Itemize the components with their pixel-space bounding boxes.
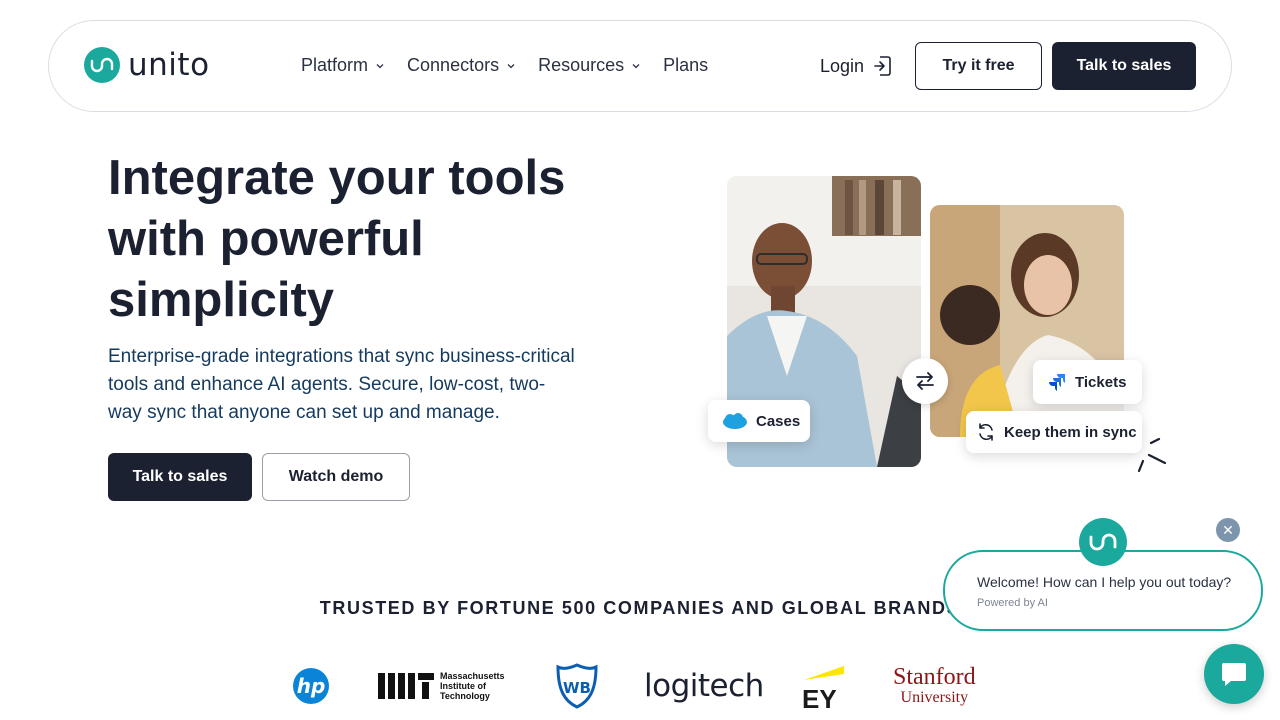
nav-platform[interactable]: Platform: [301, 55, 385, 76]
cases-label: Cases: [756, 412, 801, 430]
nav-connectors-label: Connectors: [407, 55, 500, 75]
chat-close-icon[interactable]: ✕: [1216, 518, 1240, 542]
logo-wordmark: unito: [128, 47, 210, 83]
nav-talk-to-sales-button[interactable]: Talk to sales: [1052, 42, 1196, 90]
hp-logo-text: hp: [297, 674, 326, 698]
nav-platform-label: Platform: [301, 55, 369, 75]
hero-subtitle: Enterprise-grade integrations that sync …: [108, 346, 575, 423]
warner-bros-logo-text: WB: [563, 679, 591, 697]
chat-powered-by: Powered by AI: [977, 597, 1048, 609]
hero-title: Integrate your tools with powerful simpl…: [108, 151, 566, 327]
stanford-text: Stanford: [893, 664, 976, 690]
cases-chip: Cases: [708, 400, 810, 442]
tickets-chip: Tickets: [1033, 360, 1142, 404]
nav-resources-label: Resources: [538, 55, 625, 75]
sync-arrows-icon: [902, 358, 948, 404]
login-link[interactable]: Login: [820, 55, 892, 77]
top-navigation: unito Platform Connectors Resources Plan…: [48, 20, 1232, 112]
nav-resources[interactable]: Resources: [538, 55, 641, 76]
mit-text-line1: Massachusetts: [440, 671, 505, 681]
logitech-logo: logitech: [644, 668, 764, 704]
try-it-free-button[interactable]: Try it free: [915, 42, 1042, 90]
watch-demo-button[interactable]: Watch demo: [262, 453, 410, 501]
refresh-icon: [979, 423, 993, 441]
main-menu: Platform Connectors Resources Plans: [301, 55, 730, 76]
mit-logo: Massachusetts Institute of Technology: [378, 660, 505, 712]
keep-in-sync-label: Keep them in sync: [1004, 423, 1137, 441]
salesforce-cloud-icon: [723, 413, 747, 429]
chat-launcher-button[interactable]: [1204, 644, 1264, 704]
university-text: University: [900, 689, 969, 706]
chat-welcome-message: Welcome! How can I help you out today?: [977, 574, 1232, 590]
nav-plans[interactable]: Plans: [663, 55, 708, 76]
unito-logo[interactable]: unito: [84, 47, 210, 83]
warner-bros-logo: WB: [556, 660, 598, 712]
nav-connectors[interactable]: Connectors: [407, 55, 516, 76]
ey-logo-text: EY: [802, 684, 837, 710]
mit-text-line3: Technology: [440, 691, 490, 701]
chevron-down-icon: [376, 63, 384, 68]
login-icon: [874, 56, 891, 76]
nav-plans-label: Plans: [663, 55, 709, 75]
jira-icon: [1049, 374, 1065, 391]
hp-logo: hp: [292, 660, 330, 712]
chat-bubble-icon: [1222, 663, 1246, 686]
tickets-label: Tickets: [1075, 373, 1127, 391]
unito-logo-mark-icon: [84, 47, 120, 83]
stanford-logo: Stanford University: [893, 660, 976, 712]
ey-logo: EY: [800, 660, 846, 712]
chevron-down-icon: [507, 63, 515, 68]
login-label: Login: [820, 55, 865, 76]
chevron-down-icon: [632, 63, 640, 68]
mit-text-line2: Institute of: [440, 681, 486, 691]
sparkle-lines-icon: [1137, 437, 1167, 473]
chat-avatar-icon: [1079, 518, 1127, 566]
hero-talk-to-sales-button[interactable]: Talk to sales: [108, 453, 252, 501]
keep-in-sync-chip: Keep them in sync: [966, 411, 1142, 453]
